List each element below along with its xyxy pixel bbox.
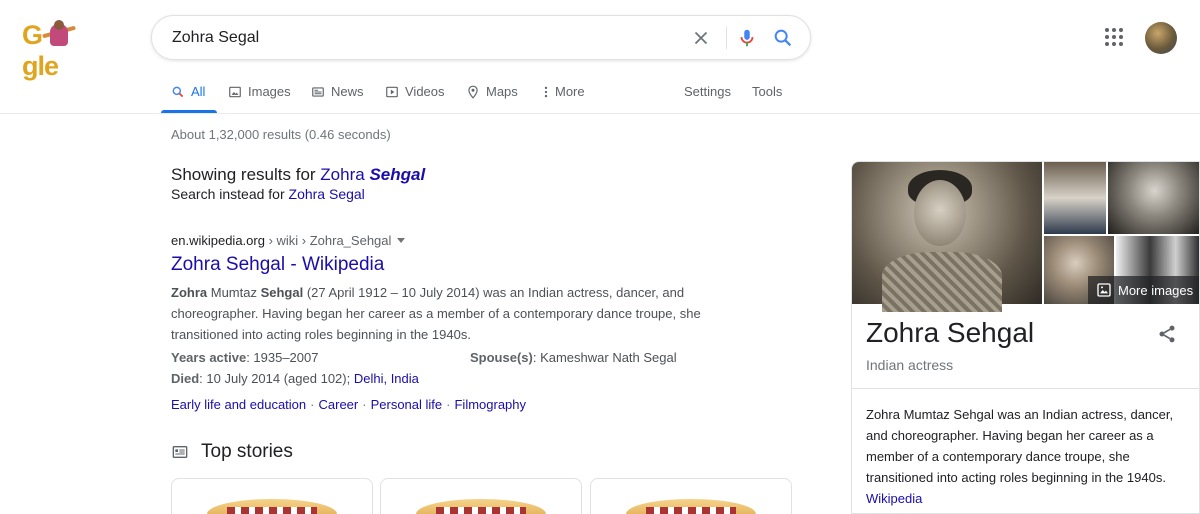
tools-label: Tools	[752, 84, 783, 99]
corrected-query-link[interactable]: Zohra Sehgal	[320, 165, 425, 184]
news-icon	[312, 86, 324, 97]
video-icon	[386, 86, 398, 97]
share-icon[interactable]	[1157, 324, 1177, 344]
result-stats: About 1,32,000 results (0.46 seconds)	[171, 127, 391, 142]
top-stories-heading: Top stories	[201, 441, 293, 462]
result-snippet: Zohra Mumtaz Sehgal (27 April 1912 – 10 …	[171, 282, 731, 345]
showing-prefix: Showing results for	[171, 165, 321, 184]
snippet-bold-1: Zohra	[171, 285, 208, 300]
settings-link[interactable]: Settings	[684, 84, 731, 99]
mic-icon[interactable]	[736, 27, 758, 49]
fact-label: Spouse(s)	[470, 350, 533, 365]
sitelink[interactable]: Early life and education	[171, 397, 306, 412]
snippet-bold-2: Sehgal	[260, 285, 304, 300]
tab-more[interactable]: More	[539, 84, 585, 99]
tab-maps[interactable]: Maps	[466, 84, 518, 99]
search-icon	[172, 86, 184, 97]
sitelink-separator: ·	[310, 397, 315, 412]
died-place-link[interactable]: Delhi, India	[354, 371, 419, 386]
tab-news[interactable]: News	[311, 84, 364, 99]
fact-value: : 1935–2007	[246, 350, 319, 365]
story-thumbnail	[207, 499, 337, 514]
search-box[interactable]: Zohra Segal	[151, 15, 811, 60]
search-input[interactable]: Zohra Segal	[172, 29, 259, 47]
tab-label: More	[555, 84, 585, 99]
corrected-query-plain: Zohra	[320, 165, 370, 184]
sitelink-separator: ·	[446, 397, 451, 412]
tab-label: Videos	[405, 84, 445, 99]
avatar[interactable]	[1145, 22, 1177, 54]
fact-spouse: Spouse(s): Kameshwar Nath Segal	[470, 350, 677, 365]
fact-value: : Kameshwar Nath Segal	[532, 350, 677, 365]
sitelink[interactable]: Career	[319, 397, 359, 412]
tab-label: All	[191, 84, 206, 99]
more-images-label: More images	[1118, 282, 1194, 298]
knowledge-panel-image[interactable]	[1044, 162, 1106, 234]
knowledge-panel-description: Zohra Mumtaz Sehgal was an Indian actres…	[866, 404, 1188, 509]
map-pin-icon	[468, 85, 478, 99]
sitelink-separator: ·	[362, 397, 367, 412]
knowledge-panel-main-image[interactable]	[852, 162, 1042, 312]
search-divider	[726, 27, 727, 49]
doodle-figure	[42, 20, 76, 50]
sitelink[interactable]: Personal life	[371, 397, 443, 412]
knowledge-panel-subtitle: Indian actress	[866, 357, 954, 373]
news-icon	[172, 446, 188, 458]
instead-prefix: Search instead for	[171, 186, 289, 202]
fact-value: : 10 July 2014 (aged 102);	[199, 371, 354, 386]
tab-label: Maps	[486, 84, 518, 99]
result-title-link[interactable]: Zohra Sehgal - Wikipedia	[171, 254, 384, 276]
chevron-down-icon[interactable]	[397, 238, 406, 243]
image-icon	[1097, 283, 1111, 297]
tab-label: News	[331, 84, 364, 99]
tab-images[interactable]: Images	[228, 84, 291, 99]
knowledge-panel-image[interactable]	[1108, 162, 1199, 234]
more-images-button[interactable]: More images	[1088, 276, 1199, 304]
sitelinks: Early life and education · Career · Personal…	[171, 397, 526, 412]
snippet-text-1: Mumtaz	[207, 285, 261, 300]
clear-icon[interactable]	[690, 27, 712, 49]
story-card[interactable]	[171, 478, 373, 514]
tools-link[interactable]: Tools	[752, 84, 782, 99]
original-query-link[interactable]: Zohra Segal	[289, 186, 365, 202]
description-text: Zohra Mumtaz Sehgal was an Indian actres…	[866, 407, 1174, 485]
more-vert-icon	[544, 86, 548, 97]
tab-videos[interactable]: Videos	[385, 84, 445, 99]
story-thumbnail	[626, 499, 756, 514]
knowledge-panel: More images Zohra Sehgal Indian actress …	[851, 161, 1200, 514]
story-card[interactable]	[380, 478, 582, 514]
fact-died: Died: 10 July 2014 (aged 102); Delhi, In…	[171, 371, 419, 386]
story-thumbnail	[416, 499, 546, 514]
result-domain: en.wikipedia.org	[171, 233, 265, 248]
sitelink[interactable]: Filmography	[454, 397, 526, 412]
google-logo[interactable]: Ggle	[22, 20, 110, 81]
fact-years-active: Years active: 1935–2007	[171, 350, 318, 365]
tab-label: Images	[248, 84, 291, 99]
logo-letter-g: G	[22, 20, 43, 50]
divider	[852, 388, 1199, 389]
story-card[interactable]	[590, 478, 792, 514]
result-url[interactable]: en.wikipedia.org › wiki › Zohra_Sehgal	[171, 233, 406, 248]
search-icon[interactable]	[772, 27, 794, 49]
apps-grid-icon[interactable]	[1105, 28, 1125, 48]
wikipedia-source-link[interactable]: Wikipedia	[866, 491, 922, 506]
fact-label: Died	[171, 371, 200, 386]
tab-all[interactable]: All	[171, 84, 205, 99]
search-tabs: All Images News Videos Maps More Setting…	[0, 70, 1200, 114]
result-path: › wiki › Zohra_Sehgal	[264, 233, 392, 248]
corrected-query-bold: Sehgal	[369, 165, 426, 184]
image-icon	[229, 86, 241, 97]
settings-label: Settings	[684, 84, 731, 99]
active-tab-indicator	[161, 110, 217, 113]
fact-label: Years active	[171, 350, 247, 365]
showing-results-for: Showing results for Zohra Sehgal	[171, 165, 425, 185]
knowledge-panel-title: Zohra Sehgal	[866, 317, 1035, 348]
search-instead: Search instead for Zohra Segal	[171, 186, 365, 202]
